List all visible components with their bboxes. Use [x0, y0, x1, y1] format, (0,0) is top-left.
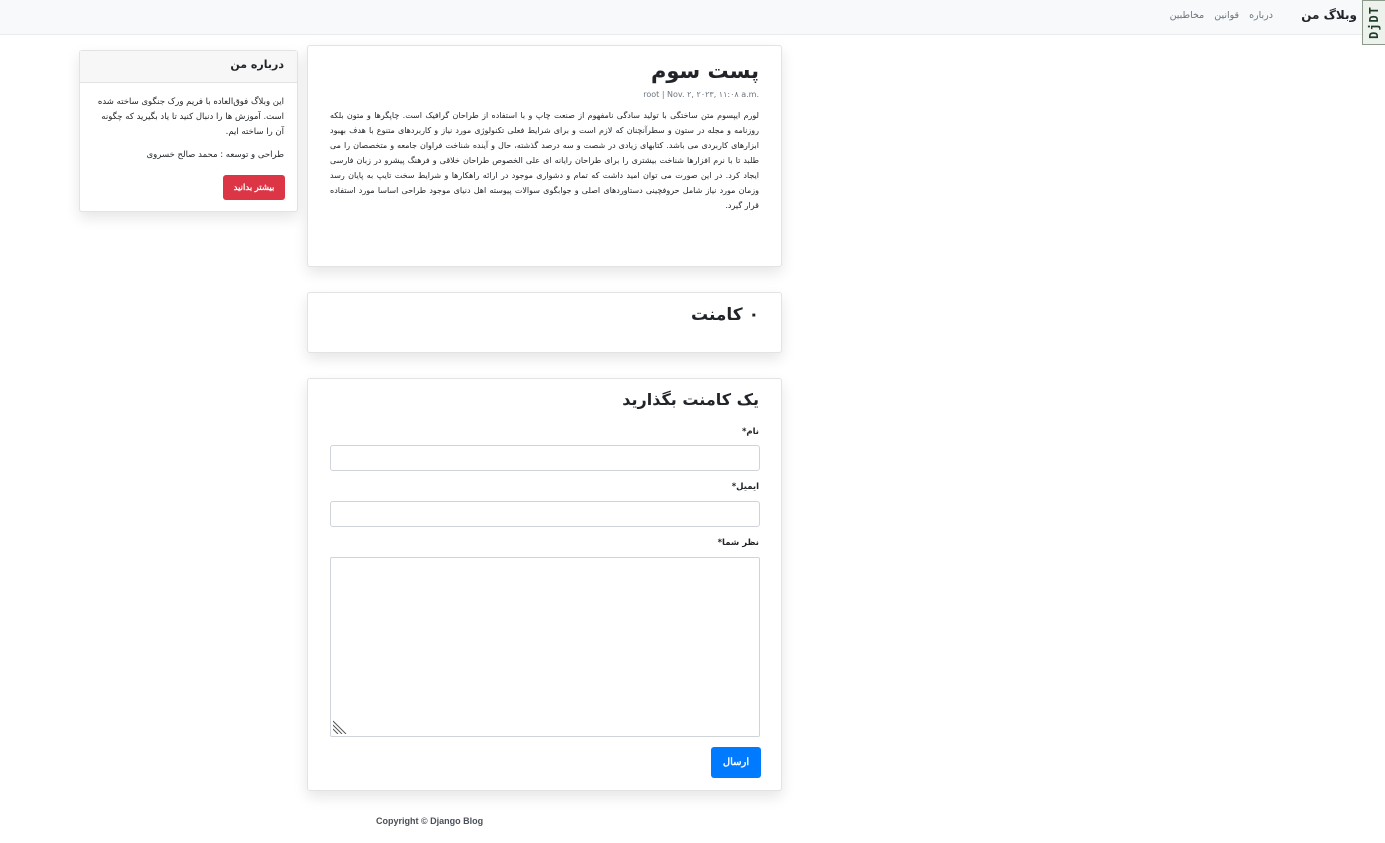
debug-toolbar-handle[interactable]: DjDT — [1362, 0, 1385, 45]
navbar: وبلاگ من درباره قوانین مخاطبین — [0, 0, 1385, 35]
comment-body-textarea[interactable] — [330, 557, 760, 737]
about-card-body: این وبلاگ فوق‌العاده با فریم ورک جنگوی س… — [80, 83, 297, 160]
comments-card: ۰ کامنت — [307, 292, 782, 353]
name-input[interactable] — [330, 445, 760, 471]
email-input[interactable] — [330, 501, 760, 527]
comments-count-title: ۰ کامنت — [690, 305, 759, 325]
nav-link-contacts[interactable]: مخاطبین — [1170, 10, 1205, 21]
post-card: پست سوم root | Nov. ۲, ۲۰۲۳, ۱۱:۰۸ a.m. … — [307, 45, 782, 267]
nav-link-rules[interactable]: قوانین — [1214, 10, 1239, 21]
email-label: ایمیل* — [731, 482, 759, 492]
post-title: پست سوم — [650, 59, 759, 83]
brand-link[interactable]: وبلاگ من — [1301, 8, 1357, 22]
about-text: این وبلاگ فوق‌العاده با فریم ورک جنگوی س… — [97, 97, 284, 137]
comment-form-card: یک کامنت بگذارید نام* ایمیل* نظر شما* ار… — [307, 378, 782, 791]
about-credit: طراحی و توسعه : محمد صالح خسروی — [146, 150, 284, 160]
comment-form-title: یک کامنت بگذارید — [622, 390, 759, 409]
nav-links: درباره قوانین مخاطبین — [1170, 10, 1273, 21]
debug-toolbar-label: DjDT — [1367, 6, 1381, 39]
footer-copyright: Copyright © Django Blog — [376, 816, 484, 826]
post-meta: root | Nov. ۲, ۲۰۲۳, ۱۱:۰۸ a.m. — [643, 90, 759, 99]
about-card-header: درباره من — [80, 51, 297, 83]
nav-link-about[interactable]: درباره — [1249, 10, 1273, 21]
name-label: نام* — [741, 427, 759, 437]
learn-more-button[interactable]: بیشتر بدانید — [223, 175, 285, 200]
post-body: لورم ایپسوم متن ساختگی با تولید سادگی نا… — [330, 111, 759, 210]
comment-body-label: نظر شما* — [717, 538, 759, 548]
about-card: درباره من این وبلاگ فوق‌العاده با فریم و… — [79, 50, 298, 212]
resize-grip-icon[interactable] — [333, 718, 349, 734]
submit-comment-button[interactable]: ارسال — [711, 747, 761, 778]
